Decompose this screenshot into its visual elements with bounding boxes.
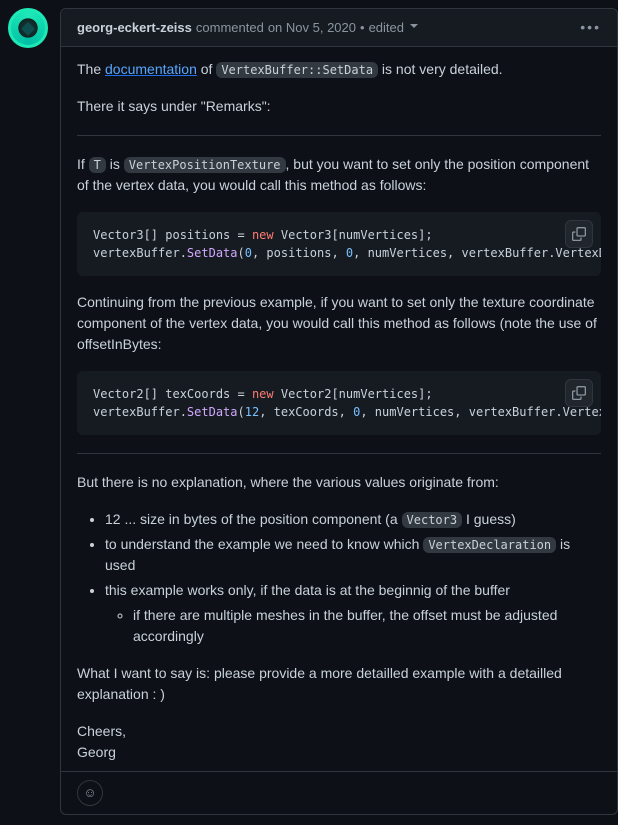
comment-box: georg-eckert-zeiss commented on Nov 5, 2… — [60, 8, 618, 815]
copy-icon — [572, 386, 586, 400]
divider — [77, 135, 601, 136]
comment-header: georg-eckert-zeiss commented on Nov 5, 2… — [61, 9, 617, 47]
copy-button[interactable] — [565, 379, 593, 407]
inline-code: VertexDeclaration — [423, 537, 556, 553]
list-item: if there are multiple meshes in the buff… — [133, 605, 601, 647]
inline-code: T — [89, 157, 106, 173]
more-actions-button[interactable]: ••• — [580, 17, 601, 38]
timestamp-link[interactable]: on Nov 5, 2020 — [268, 18, 356, 38]
list-item: 12 ... size in bytes of the position com… — [105, 509, 601, 530]
code-block: Vector3[] positions = new Vector3[numVer… — [77, 212, 601, 276]
avatar[interactable] — [8, 8, 48, 48]
text: of — [197, 61, 216, 77]
text: Georg — [77, 744, 116, 760]
paragraph: The documentation of VertexBuffer::SetDa… — [77, 59, 601, 80]
divider — [77, 453, 601, 454]
text: this example works only, if the data is … — [105, 582, 510, 598]
documentation-link[interactable]: documentation — [105, 61, 197, 77]
reaction-bar: ☺ — [61, 771, 617, 814]
code-block: Vector2[] texCoords = new Vector2[numVer… — [77, 371, 601, 435]
copy-icon — [572, 227, 586, 241]
text: Cheers, — [77, 723, 126, 739]
inline-code: VertexBuffer::SetData — [216, 62, 378, 78]
add-reaction-button[interactable]: ☺ — [77, 780, 103, 806]
smiley-icon: ☺ — [83, 783, 96, 803]
paragraph: Continuing from the previous example, if… — [77, 292, 601, 355]
header-action: commented — [196, 18, 264, 38]
chevron-down-icon[interactable] — [410, 24, 418, 32]
list-item: this example works only, if the data is … — [105, 580, 601, 647]
text: to understand the example we need to kno… — [105, 536, 423, 552]
code-content: Vector2[] texCoords = new Vector2[numVer… — [93, 385, 585, 421]
comment-container: georg-eckert-zeiss commented on Nov 5, 2… — [0, 0, 618, 815]
edited-label[interactable]: edited — [369, 18, 404, 38]
text: is — [106, 156, 124, 172]
text: 12 ... size in bytes of the position com… — [105, 511, 402, 527]
text: is not very detailed. — [378, 61, 503, 77]
bullet-list: 12 ... size in bytes of the position com… — [77, 509, 601, 647]
inline-code: Vector3 — [402, 512, 463, 528]
comment-body: The documentation of VertexBuffer::SetDa… — [61, 47, 617, 771]
inline-code: VertexPositionTexture — [124, 157, 286, 173]
author-link[interactable]: georg-eckert-zeiss — [77, 18, 192, 38]
copy-button[interactable] — [565, 220, 593, 248]
paragraph: But there is no explanation, where the v… — [77, 472, 601, 493]
paragraph: There it says under "Remarks": — [77, 96, 601, 117]
paragraph: If T is VertexPositionTexture, but you w… — [77, 154, 601, 196]
code-content: Vector3[] positions = new Vector3[numVer… — [93, 226, 585, 262]
dot-separator: • — [360, 18, 365, 38]
text: The — [77, 61, 105, 77]
paragraph: What I want to say is: please provide a … — [77, 663, 601, 705]
text: If — [77, 156, 89, 172]
list-item: to understand the example we need to kno… — [105, 534, 601, 576]
text: I guess) — [462, 511, 516, 527]
paragraph: Cheers, Georg — [77, 721, 601, 763]
